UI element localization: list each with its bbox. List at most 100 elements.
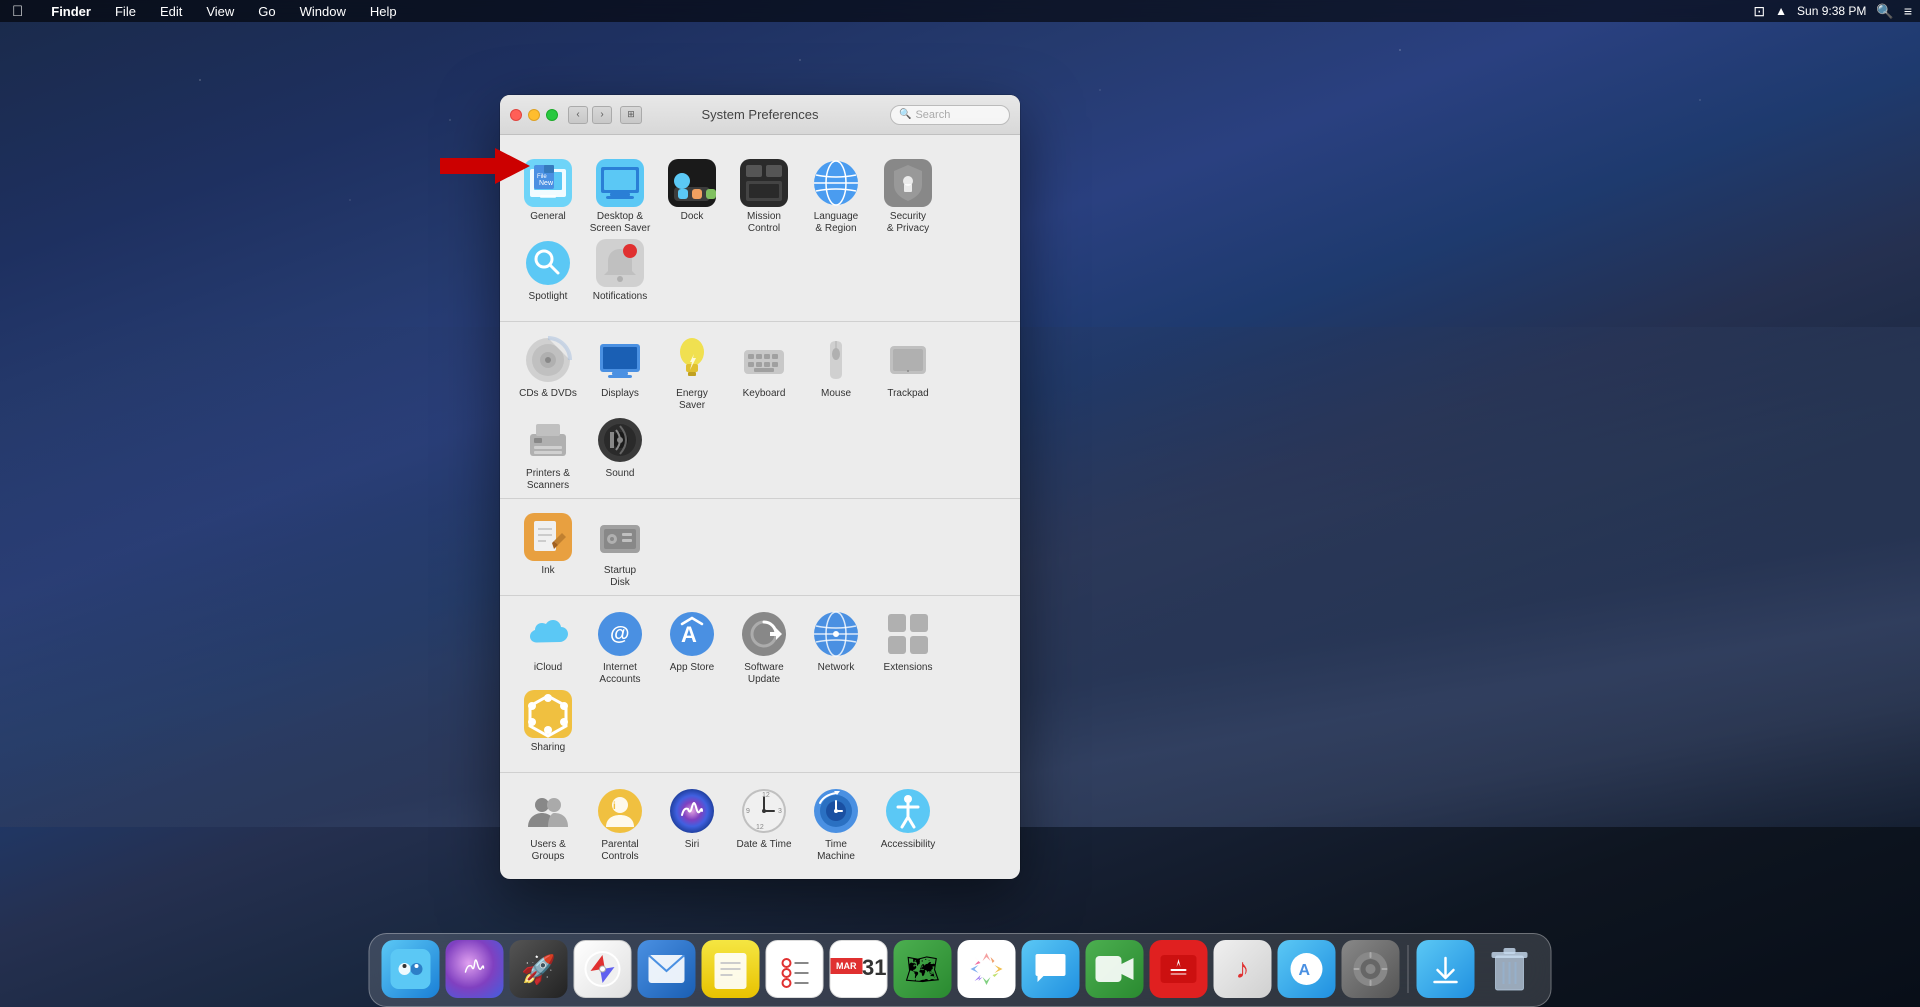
dock-trash[interactable]	[1481, 940, 1539, 998]
maximize-button[interactable]	[546, 109, 558, 121]
datetime-label: Date & Time	[736, 839, 791, 851]
menubar-view[interactable]: View	[202, 4, 238, 19]
pref-keyboard[interactable]: Keyboard	[728, 330, 800, 410]
dock-appstore[interactable]: A	[1278, 940, 1336, 998]
pref-internet-accounts[interactable]: @ InternetAccounts	[584, 604, 656, 684]
parental-label: ParentalControls	[601, 839, 638, 863]
menubar-control-center[interactable]: ⊡	[1753, 3, 1765, 20]
search-box[interactable]: 🔍 Search	[890, 105, 1010, 125]
svg-text:3: 3	[778, 808, 782, 815]
minimize-button[interactable]	[528, 109, 540, 121]
pref-startup[interactable]: StartupDisk	[584, 507, 656, 587]
pref-desktop[interactable]: Desktop &Screen Saver	[584, 153, 656, 233]
dock-safari[interactable]	[574, 940, 632, 998]
desktop-label: Desktop &Screen Saver	[590, 211, 651, 235]
pref-users[interactable]: Users &Groups	[512, 781, 584, 861]
parental-icon: i	[596, 787, 644, 835]
dock-launchpad[interactable]: 🚀	[510, 940, 568, 998]
menubar-search-icon[interactable]: 🔍	[1876, 3, 1893, 20]
close-button[interactable]	[510, 109, 522, 121]
dock-photos[interactable]	[958, 940, 1016, 998]
menubar-edit[interactable]: Edit	[156, 4, 186, 19]
pref-displays[interactable]: Displays	[584, 330, 656, 410]
pref-sharing[interactable]: Sharing	[512, 684, 584, 764]
pref-app-store[interactable]: A App Store	[656, 604, 728, 684]
reminders-icon	[766, 940, 824, 998]
dock-music[interactable]: ♪	[1214, 940, 1272, 998]
menubar-airplay[interactable]: ▲	[1775, 4, 1787, 18]
dock-messages[interactable]	[1022, 940, 1080, 998]
extensions-icon	[884, 610, 932, 658]
notes-icon	[702, 940, 760, 998]
safari-dock-icon	[574, 940, 632, 998]
pref-software-update[interactable]: SoftwareUpdate	[728, 604, 800, 684]
pref-icloud[interactable]: iCloud	[512, 604, 584, 684]
hardware-grid: CDs & DVDs Displays	[512, 330, 1008, 490]
security-icon	[884, 159, 932, 207]
pref-network[interactable]: Network	[800, 604, 872, 684]
pref-datetime[interactable]: 12 9 3 12 Date & Time	[728, 781, 800, 861]
pref-mission[interactable]: MissionControl	[728, 153, 800, 233]
users-label: Users &Groups	[530, 839, 566, 863]
titlebar-nav: ‹ › ⊞	[568, 106, 642, 124]
pref-language[interactable]: Language& Region	[800, 153, 872, 233]
menubar-window[interactable]: Window	[296, 4, 350, 19]
mission-icon	[740, 159, 788, 207]
menubar-go[interactable]: Go	[254, 4, 279, 19]
pref-sound[interactable]: Sound	[584, 410, 656, 490]
pref-cds[interactable]: CDs & DVDs	[512, 330, 584, 410]
calendar-icon: MAR 31	[830, 940, 888, 998]
software-update-label: SoftwareUpdate	[744, 662, 783, 686]
pref-mouse[interactable]: Mouse	[800, 330, 872, 410]
dock-facetime[interactable]	[1086, 940, 1144, 998]
downloads-icon	[1417, 940, 1475, 998]
dock-calendar[interactable]: MAR 31	[830, 940, 888, 998]
dock-finder[interactable]	[382, 940, 440, 998]
pref-notifications[interactable]: Notifications	[584, 233, 656, 313]
accessibility-label: Accessibility	[881, 839, 935, 851]
apple-menu[interactable]: 	[8, 3, 27, 20]
pref-accessibility[interactable]: Accessibility	[872, 781, 944, 861]
dock-news[interactable]	[1150, 940, 1208, 998]
dock-mail[interactable]	[638, 940, 696, 998]
menubar-file[interactable]: File	[111, 4, 140, 19]
internet-grid: iCloud @ InternetAccounts	[512, 604, 1008, 764]
dock-reminders[interactable]	[766, 940, 824, 998]
dock-notes[interactable]	[702, 940, 760, 998]
menubar-finder[interactable]: Finder	[47, 4, 95, 19]
pref-printers[interactable]: Printers &Scanners	[512, 410, 584, 490]
trackpad-icon	[884, 336, 932, 384]
siri-icon	[668, 787, 716, 835]
pref-ink[interactable]: Ink	[512, 507, 584, 587]
pref-trackpad[interactable]: Trackpad	[872, 330, 944, 410]
pref-dock[interactable]: Dock	[656, 153, 728, 233]
forward-button[interactable]: ›	[592, 106, 612, 124]
red-arrow	[440, 148, 530, 184]
dock-container: 🚀	[369, 933, 1552, 1007]
pref-timemachine[interactable]: TimeMachine	[800, 781, 872, 861]
titlebar: ‹ › ⊞ System Preferences 🔍 Search	[500, 95, 1020, 135]
pref-parental[interactable]: i ParentalControls	[584, 781, 656, 861]
ink-label: Ink	[541, 565, 554, 577]
photos-icon	[958, 940, 1016, 998]
dock-separator	[1408, 945, 1409, 993]
menubar-help[interactable]: Help	[366, 4, 401, 19]
dock-syspref[interactable]	[1342, 940, 1400, 998]
svg-text:9: 9	[746, 808, 750, 815]
trackpad-label: Trackpad	[887, 388, 928, 400]
back-button[interactable]: ‹	[568, 106, 588, 124]
dock-maps[interactable]: 🗺	[894, 940, 952, 998]
dock-siri[interactable]	[446, 940, 504, 998]
menubar-menu-icon[interactable]: ≡	[1904, 3, 1912, 19]
users-icon	[524, 787, 572, 835]
pref-siri[interactable]: Siri	[656, 781, 728, 861]
pref-extensions[interactable]: Extensions	[872, 604, 944, 684]
grid-button[interactable]: ⊞	[620, 106, 642, 124]
dock-downloads[interactable]	[1417, 940, 1475, 998]
menubar-right: ⊡ ▲ Sun 9:38 PM 🔍 ≡	[1753, 3, 1912, 20]
pref-security[interactable]: Security& Privacy	[872, 153, 944, 233]
pref-spotlight[interactable]: Spotlight	[512, 233, 584, 313]
pref-energy[interactable]: EnergySaver	[656, 330, 728, 410]
svg-text:i: i	[613, 801, 616, 812]
language-icon	[812, 159, 860, 207]
